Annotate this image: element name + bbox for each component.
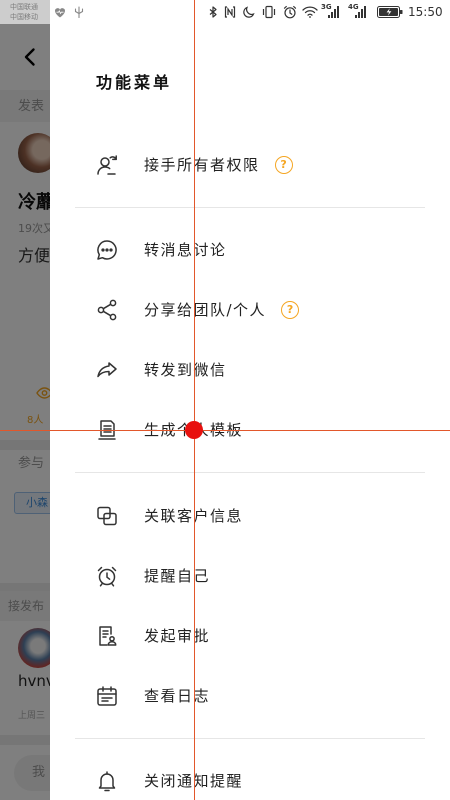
- carrier-1: 中国联通: [10, 3, 38, 11]
- menu-item-label: 发起审批: [144, 627, 211, 645]
- take-over-owner-icon: [95, 153, 119, 177]
- approval-icon: [95, 624, 119, 648]
- alarm-icon: [283, 5, 297, 19]
- forward-icon: [95, 358, 119, 382]
- menu-item-label: 转消息讨论: [144, 241, 227, 259]
- help-icon[interactable]: ?: [281, 301, 300, 319]
- menu-divider: [75, 472, 425, 473]
- menu-item-label: 分享给团队/个人: [144, 301, 267, 319]
- function-menu-drawer: 功能菜单 接手所有者权限 ? 转消息讨论 分享给团队/个人 ? 转发到微信 生成…: [50, 0, 450, 800]
- alarm-clock-icon: [95, 564, 119, 588]
- menu-item-remind-self[interactable]: 提醒自己: [50, 558, 450, 594]
- nfc-icon: [224, 6, 236, 18]
- help-icon[interactable]: ?: [274, 156, 293, 174]
- calendar-icon: [95, 684, 119, 708]
- menu-item-turn-off-notifications[interactable]: 关闭通知提醒: [50, 763, 450, 799]
- battery-icon: [377, 6, 403, 18]
- pointer-crosshair-horizontal: [0, 430, 450, 431]
- menu-item-take-over-owner[interactable]: 接手所有者权限 ?: [50, 147, 450, 183]
- menu-item-forward-discussion[interactable]: 转消息讨论: [50, 232, 450, 268]
- menu-item-forward-wechat[interactable]: 转发到微信: [50, 352, 450, 388]
- menu-item-link-customer[interactable]: 关联客户信息: [50, 498, 450, 534]
- status-bar: 中国联通 中国移动 3G 4G 15:50: [0, 0, 450, 24]
- vibrate-icon: [262, 5, 276, 19]
- heart-icon: [54, 7, 66, 18]
- menu-divider: [75, 207, 425, 208]
- menu-item-share-team-person[interactable]: 分享给团队/个人 ?: [50, 292, 450, 328]
- menu-item-start-approval[interactable]: 发起审批: [50, 618, 450, 654]
- menu-item-view-log[interactable]: 查看日志: [50, 678, 450, 714]
- usb-icon: [74, 6, 84, 18]
- pointer-crosshair-vertical: [194, 0, 195, 800]
- pointer-touch-dot: [185, 421, 203, 439]
- menu-item-label: 接手所有者权限: [144, 156, 260, 174]
- menu-item-label: 转发到微信: [144, 361, 227, 379]
- menu-divider: [75, 738, 425, 739]
- link-icon: [95, 504, 119, 528]
- chat-bubble-icon: [95, 238, 119, 262]
- share-icon: [95, 298, 119, 322]
- bell-icon: [95, 769, 119, 793]
- carrier-2: 中国移动: [10, 13, 38, 21]
- signal-icon: [328, 6, 340, 18]
- signal-icon: [355, 6, 367, 18]
- wifi-icon: [302, 5, 318, 18]
- menu-title: 功能菜单: [96, 73, 173, 92]
- bluetooth-icon: [208, 6, 218, 18]
- clock-time: 15:50: [408, 5, 443, 19]
- moon-icon: [243, 6, 255, 18]
- menu-item-label: 提醒自己: [144, 567, 211, 585]
- carrier-names: 中国联通 中国移动: [10, 2, 38, 22]
- menu-item-label: 查看日志: [144, 687, 211, 705]
